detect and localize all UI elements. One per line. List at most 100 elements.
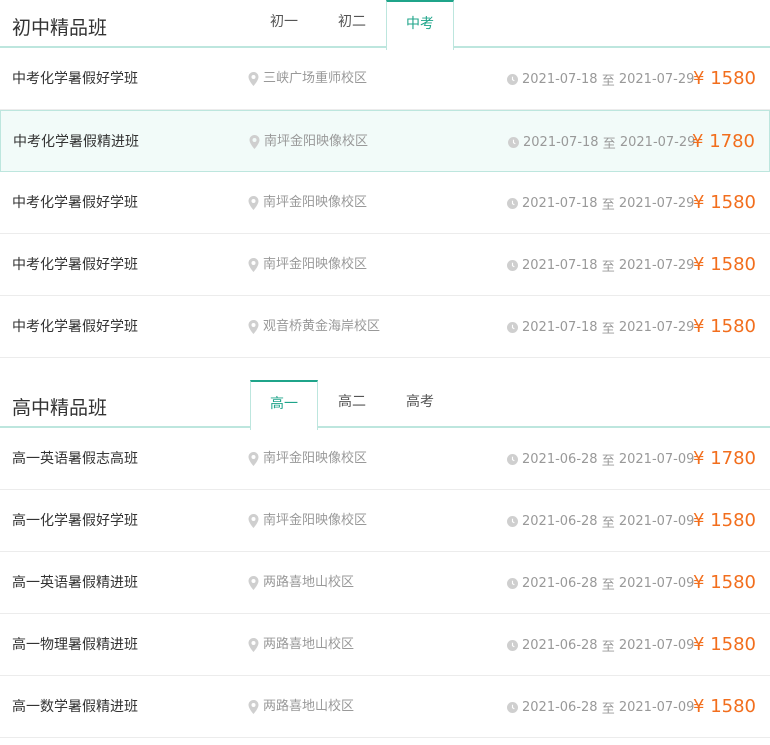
course-row[interactable]: 高一数学暑假精进班 两路喜地山校区 2021-06-28 至 2021-07-0… [0, 676, 770, 738]
course-row[interactable]: 中考化学暑假好学班 南坪金阳映像校区 2021-07-18 至 2021-07-… [0, 234, 770, 296]
location-text: 南坪金阳映像校区 [263, 513, 368, 528]
map-pin-icon [248, 514, 259, 528]
course-name: 中考化学暑假好学班 [12, 257, 138, 273]
date-separator: 至 [602, 136, 616, 152]
end-date: 2021-07-29 [618, 319, 695, 335]
course-dates: 2021-06-28 至 2021-07-09 [507, 614, 694, 676]
course-price: ¥ 1780 [692, 131, 755, 152]
location-text: 两路喜地山校区 [263, 699, 355, 714]
clock-icon [507, 701, 518, 713]
course-row[interactable]: 中考化学暑假好学班 南坪金阳映像校区 2021-07-18 至 2021-07-… [0, 172, 770, 234]
map-pin-icon [249, 135, 260, 149]
course-row[interactable]: 高一英语暑假志高班 南坪金阳映像校区 2021-06-28 至 2021-07-… [0, 428, 770, 490]
course-dates: 2021-06-28 至 2021-07-09 [507, 676, 694, 738]
date-separator: 至 [601, 453, 615, 469]
course-location: 两路喜地山校区 [248, 552, 354, 614]
end-date: 2021-07-09 [618, 699, 695, 715]
location-text: 观音桥黄金海岸校区 [263, 319, 381, 334]
course-row[interactable]: 高一化学暑假好学班 南坪金阳映像校区 2021-06-28 至 2021-07-… [0, 490, 770, 552]
course-location: 三峡广场重师校区 [248, 48, 367, 110]
tab-senior-1[interactable]: 高一 [250, 380, 318, 430]
course-location: 南坪金阳映像校区 [248, 490, 367, 552]
date-separator: 至 [601, 197, 615, 213]
clock-icon [507, 197, 518, 209]
course-dates: 2021-07-18 至 2021-07-29 [508, 111, 695, 173]
date-separator: 至 [601, 577, 615, 593]
location-text: 南坪金阳映像校区 [264, 134, 369, 149]
start-date: 2021-07-18 [522, 71, 598, 87]
clock-icon [507, 259, 518, 271]
course-name: 高一数学暑假精进班 [12, 699, 138, 715]
clock-icon [507, 639, 518, 651]
map-pin-icon [248, 700, 259, 714]
location-text: 南坪金阳映像校区 [263, 195, 368, 210]
start-date: 2021-07-18 [523, 134, 599, 150]
course-price: ¥ 1580 [693, 572, 756, 593]
date-separator: 至 [601, 73, 615, 89]
course-dates: 2021-07-18 至 2021-07-29 [507, 296, 694, 358]
course-row[interactable]: 高一英语暑假精进班 两路喜地山校区 2021-06-28 至 2021-07-0… [0, 552, 770, 614]
end-date: 2021-07-09 [618, 575, 695, 591]
grade-tabs: 高一 高二 高考 [250, 380, 454, 430]
course-location: 两路喜地山校区 [248, 676, 354, 738]
date-separator: 至 [601, 259, 615, 275]
start-date: 2021-06-28 [522, 513, 598, 529]
tab-grade-1[interactable]: 初一 [250, 0, 318, 48]
course-price: ¥ 1580 [693, 316, 756, 337]
course-row[interactable]: 高一物理暑假精进班 两路喜地山校区 2021-06-28 至 2021-07-0… [0, 614, 770, 676]
course-row[interactable]: 中考化学暑假精进班 南坪金阳映像校区 2021-07-18 至 2021-07-… [0, 110, 770, 172]
map-pin-icon [248, 576, 259, 590]
start-date: 2021-06-28 [522, 575, 598, 591]
end-date: 2021-07-29 [618, 195, 695, 211]
start-date: 2021-07-18 [522, 195, 598, 211]
clock-icon [507, 73, 518, 85]
course-name: 高一英语暑假志高班 [12, 451, 138, 467]
course-location: 南坪金阳映像校区 [248, 234, 367, 296]
course-list: 中考化学暑假好学班 三峡广场重师校区 2021-07-18 至 2021-07-… [0, 48, 770, 358]
location-text: 南坪金阳映像校区 [263, 451, 368, 466]
map-pin-icon [248, 258, 259, 272]
location-text: 南坪金阳映像校区 [263, 257, 368, 272]
course-price: ¥ 1780 [693, 448, 756, 469]
course-price: ¥ 1580 [693, 192, 756, 213]
location-text: 三峡广场重师校区 [263, 71, 368, 86]
map-pin-icon [248, 638, 259, 652]
date-separator: 至 [601, 639, 615, 655]
course-location: 观音桥黄金海岸校区 [248, 296, 380, 358]
course-location: 南坪金阳映像校区 [248, 428, 367, 490]
start-date: 2021-06-28 [522, 451, 598, 467]
course-dates: 2021-06-28 至 2021-07-09 [507, 428, 694, 490]
course-dates: 2021-07-18 至 2021-07-29 [507, 172, 694, 234]
course-price: ¥ 1580 [693, 68, 756, 89]
course-name: 高一英语暑假精进班 [12, 575, 138, 591]
course-name: 中考化学暑假好学班 [12, 319, 138, 335]
course-dates: 2021-07-18 至 2021-07-29 [507, 234, 694, 296]
start-date: 2021-06-28 [522, 637, 598, 653]
map-pin-icon [248, 196, 259, 210]
course-price: ¥ 1580 [693, 510, 756, 531]
course-location: 南坪金阳映像校区 [249, 111, 368, 173]
course-name: 高一物理暑假精进班 [12, 637, 138, 653]
clock-icon [507, 321, 518, 333]
course-name: 中考化学暑假精进班 [13, 134, 139, 150]
course-location: 南坪金阳映像校区 [248, 172, 367, 234]
clock-icon [507, 515, 518, 527]
course-dates: 2021-06-28 至 2021-07-09 [507, 490, 694, 552]
end-date: 2021-07-09 [618, 451, 695, 467]
course-row[interactable]: 中考化学暑假好学班 三峡广场重师校区 2021-07-18 至 2021-07-… [0, 48, 770, 110]
start-date: 2021-07-18 [522, 319, 598, 335]
date-separator: 至 [601, 701, 615, 717]
section-header: 初中精品班 初一 初二 中考 [0, 0, 770, 50]
tab-zhongkao[interactable]: 中考 [386, 0, 454, 50]
tab-gaokao[interactable]: 高考 [386, 380, 454, 428]
course-row[interactable]: 中考化学暑假好学班 观音桥黄金海岸校区 2021-07-18 至 2021-07… [0, 296, 770, 358]
start-date: 2021-07-18 [522, 257, 598, 273]
course-name: 中考化学暑假好学班 [12, 195, 138, 211]
clock-icon [507, 577, 518, 589]
tab-senior-2[interactable]: 高二 [318, 380, 386, 428]
map-pin-icon [248, 320, 259, 334]
location-text: 两路喜地山校区 [263, 575, 355, 590]
clock-icon [507, 453, 518, 465]
tab-grade-2[interactable]: 初二 [318, 0, 386, 48]
course-price: ¥ 1580 [693, 696, 756, 717]
